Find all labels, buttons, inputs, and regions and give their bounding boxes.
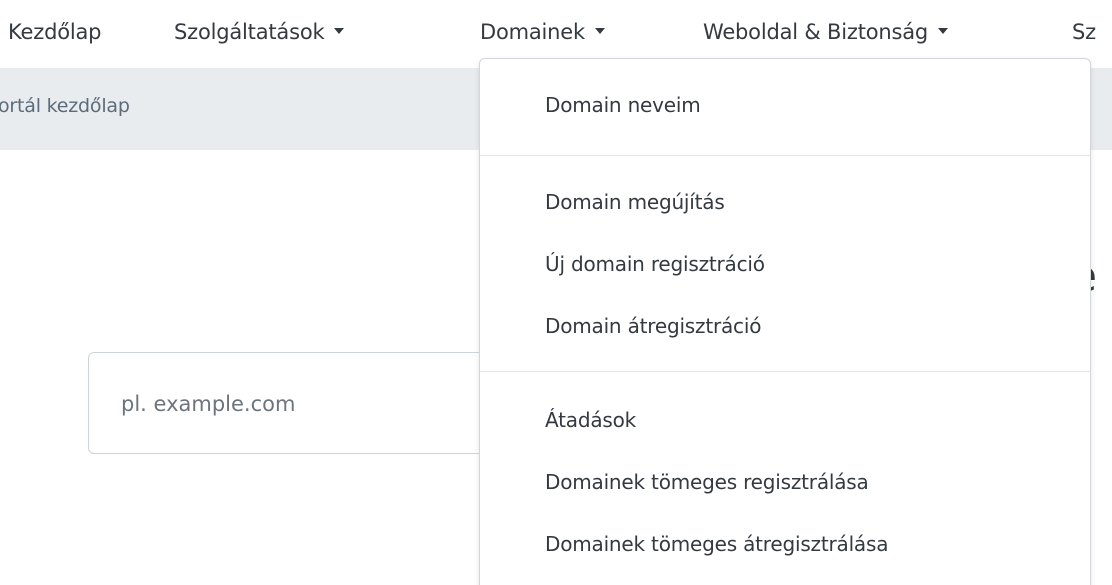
nav-item-home[interactable]: Kezdőlap (8, 18, 101, 46)
dropdown-item-bulk-registration[interactable]: Domainek tömeges regisztrálása (545, 468, 869, 496)
nav-item-website-security[interactable]: Weboldal & Biztonság (703, 18, 949, 46)
nav-item-label: Szolgáltatások (174, 20, 325, 44)
dropdown-divider (480, 371, 1090, 372)
nav-item-label: Weboldal & Biztonság (703, 20, 929, 44)
dropdown-item-domain-renewal[interactable]: Domain megújítás (545, 188, 725, 216)
caret-down-icon (594, 28, 605, 34)
breadcrumb-link-portal-home[interactable]: ortál kezdőlap (0, 95, 130, 117)
dropdown-item-new-domain-registration[interactable]: Új domain regisztráció (545, 250, 765, 278)
caret-down-icon (938, 28, 949, 34)
nav-item-partial[interactable]: Sz (1072, 18, 1096, 46)
nav-item-label: Sz (1072, 20, 1096, 44)
dropdown-divider (480, 155, 1090, 156)
nav-item-services[interactable]: Szolgáltatások (174, 18, 345, 46)
nav-item-label: Kezdőlap (8, 20, 102, 44)
nav-item-domains[interactable]: Domainek (480, 18, 605, 46)
top-navigation: Kezdőlap Szolgáltatások Domainek Webolda… (0, 0, 1112, 66)
domains-dropdown-menu: Domain neveim Domain megújítás Új domain… (479, 58, 1091, 585)
dropdown-item-handovers[interactable]: Átadások (545, 406, 636, 434)
dropdown-item-my-domains[interactable]: Domain neveim (545, 91, 701, 119)
domain-search-input[interactable] (119, 383, 503, 425)
nav-item-label: Domainek (480, 20, 585, 44)
caret-down-icon (334, 28, 345, 34)
dropdown-item-domain-transfer[interactable]: Domain átregisztráció (545, 312, 761, 340)
page: Kezdőlap Szolgáltatások Domainek Webolda… (0, 0, 1112, 585)
dropdown-item-bulk-transfer[interactable]: Domainek tömeges átregisztrálása (545, 530, 888, 558)
